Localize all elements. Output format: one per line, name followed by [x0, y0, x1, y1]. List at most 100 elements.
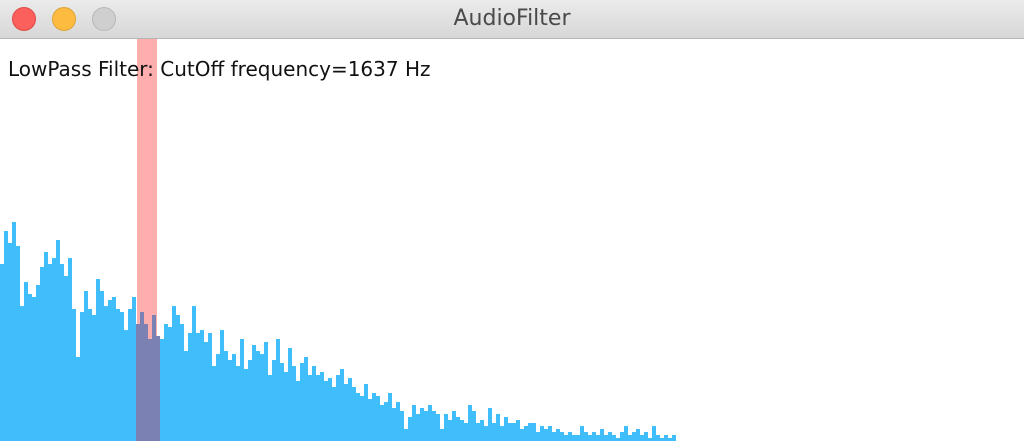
spectrum-bar [508, 423, 512, 441]
spectrum-bar [4, 231, 8, 441]
spectrum-bar [376, 396, 380, 441]
spectrum-bar [276, 339, 280, 441]
spectrum-bar [0, 264, 4, 441]
spectrum-bar [344, 384, 348, 441]
spectrum-bar [184, 351, 188, 441]
spectrum-bar [564, 435, 568, 441]
spectrum-bar [352, 387, 356, 441]
spectrum-bar [624, 426, 628, 441]
spectrum-bar [264, 342, 268, 441]
spectrum-bar [180, 324, 184, 441]
spectrum-bar [112, 297, 116, 441]
spectrum-bar [452, 411, 456, 441]
spectrum-bar [560, 432, 564, 441]
spectrum-bar [384, 402, 388, 441]
spectrum-bar [652, 426, 656, 441]
spectrum-bar [32, 297, 36, 441]
spectrum-bar [300, 363, 304, 441]
spectrum-bar [604, 435, 608, 441]
spectrum-bar [612, 435, 616, 441]
spectrum-bar [428, 405, 432, 441]
spectrum-bar [528, 423, 532, 441]
spectrum-bar [512, 423, 516, 441]
spectrum-bar [228, 360, 232, 441]
spectrum-bar [468, 405, 472, 441]
spectrum-bar [252, 345, 256, 441]
spectrum-bar [328, 378, 332, 441]
spectrum-bar [324, 381, 328, 441]
spectrum-bar [640, 435, 644, 441]
spectrum-bar [16, 246, 20, 441]
title-bar[interactable]: AudioFilter [0, 0, 1024, 39]
spectrum-bar [408, 417, 412, 441]
spectrum-bar [360, 396, 364, 441]
spectrum-bar [364, 384, 368, 441]
spectrum-bar [532, 423, 536, 441]
spectrum-bar [236, 366, 240, 441]
spectrum-bar [576, 435, 580, 441]
spectrum-bar [56, 240, 60, 441]
app-window: AudioFilter LowPass Filter: CutOff frequ… [0, 0, 1024, 441]
spectrum-bar [472, 411, 476, 441]
spectrum-bar [224, 351, 228, 441]
spectrum-bar [632, 432, 636, 441]
spectrum-bar [172, 306, 176, 441]
spectrum-bar [524, 426, 528, 441]
spectrum-bar [192, 306, 196, 441]
spectrum-bar [396, 402, 400, 441]
spectrum-bar [340, 369, 344, 441]
spectrum-bar [44, 252, 48, 441]
spectrum-bar [628, 435, 632, 441]
spectrum-bar [392, 408, 396, 441]
spectrum-bar [48, 264, 52, 441]
spectrum-bar [540, 426, 544, 441]
spectrum-bar [96, 279, 100, 441]
spectrum-bar [460, 420, 464, 441]
spectrum-bar [136, 324, 140, 441]
spectrum-bar [316, 375, 320, 441]
spectrum-bar [568, 432, 572, 441]
spectrum-bar [196, 333, 200, 441]
spectrum-bar [40, 267, 44, 441]
spectrum-bar [168, 327, 172, 441]
spectrum-bar [548, 426, 552, 441]
spectrum-bar [520, 429, 524, 441]
spectrum-bar [656, 435, 660, 441]
spectrum-chart[interactable] [0, 39, 1024, 441]
spectrum-bar [312, 366, 316, 441]
spectrum-bar [176, 315, 180, 441]
spectrum-bar [256, 351, 260, 441]
spectrum-bar [144, 324, 148, 441]
spectrum-bar [412, 405, 416, 441]
spectrum-bar [116, 309, 120, 441]
spectrum-bar [104, 306, 108, 441]
spectrum-bar [448, 420, 452, 441]
spectrum-bar [292, 366, 296, 441]
spectrum-bar [544, 429, 548, 441]
spectrum-bar [356, 393, 360, 441]
spectrum-bar [284, 372, 288, 441]
spectrum-bar [268, 375, 272, 441]
spectrum-bar [476, 423, 480, 441]
spectrum-bar [232, 354, 236, 441]
spectrum-bar [72, 309, 76, 441]
spectrum-bar [488, 408, 492, 441]
spectrum-bar [76, 357, 80, 441]
spectrum-bar [388, 393, 392, 441]
spectrum-bar [280, 363, 284, 441]
spectrum-bar [88, 309, 92, 441]
spectrum-bar [600, 429, 604, 441]
spectrum-bar [244, 369, 248, 441]
spectrum-bar [596, 435, 600, 441]
spectrum-bar [260, 354, 264, 441]
spectrum-bar [588, 435, 592, 441]
spectrum-bar [440, 429, 444, 441]
spectrum-bar [336, 375, 340, 441]
spectrum-bar [500, 426, 504, 441]
spectrum-bar [672, 435, 676, 441]
spectrum-bar [200, 330, 204, 441]
spectrum-view[interactable]: LowPass Filter: CutOff frequency=1637 Hz [0, 39, 1024, 441]
spectrum-bar [536, 432, 540, 441]
spectrum-bar [120, 312, 124, 441]
spectrum-bar [404, 429, 408, 441]
